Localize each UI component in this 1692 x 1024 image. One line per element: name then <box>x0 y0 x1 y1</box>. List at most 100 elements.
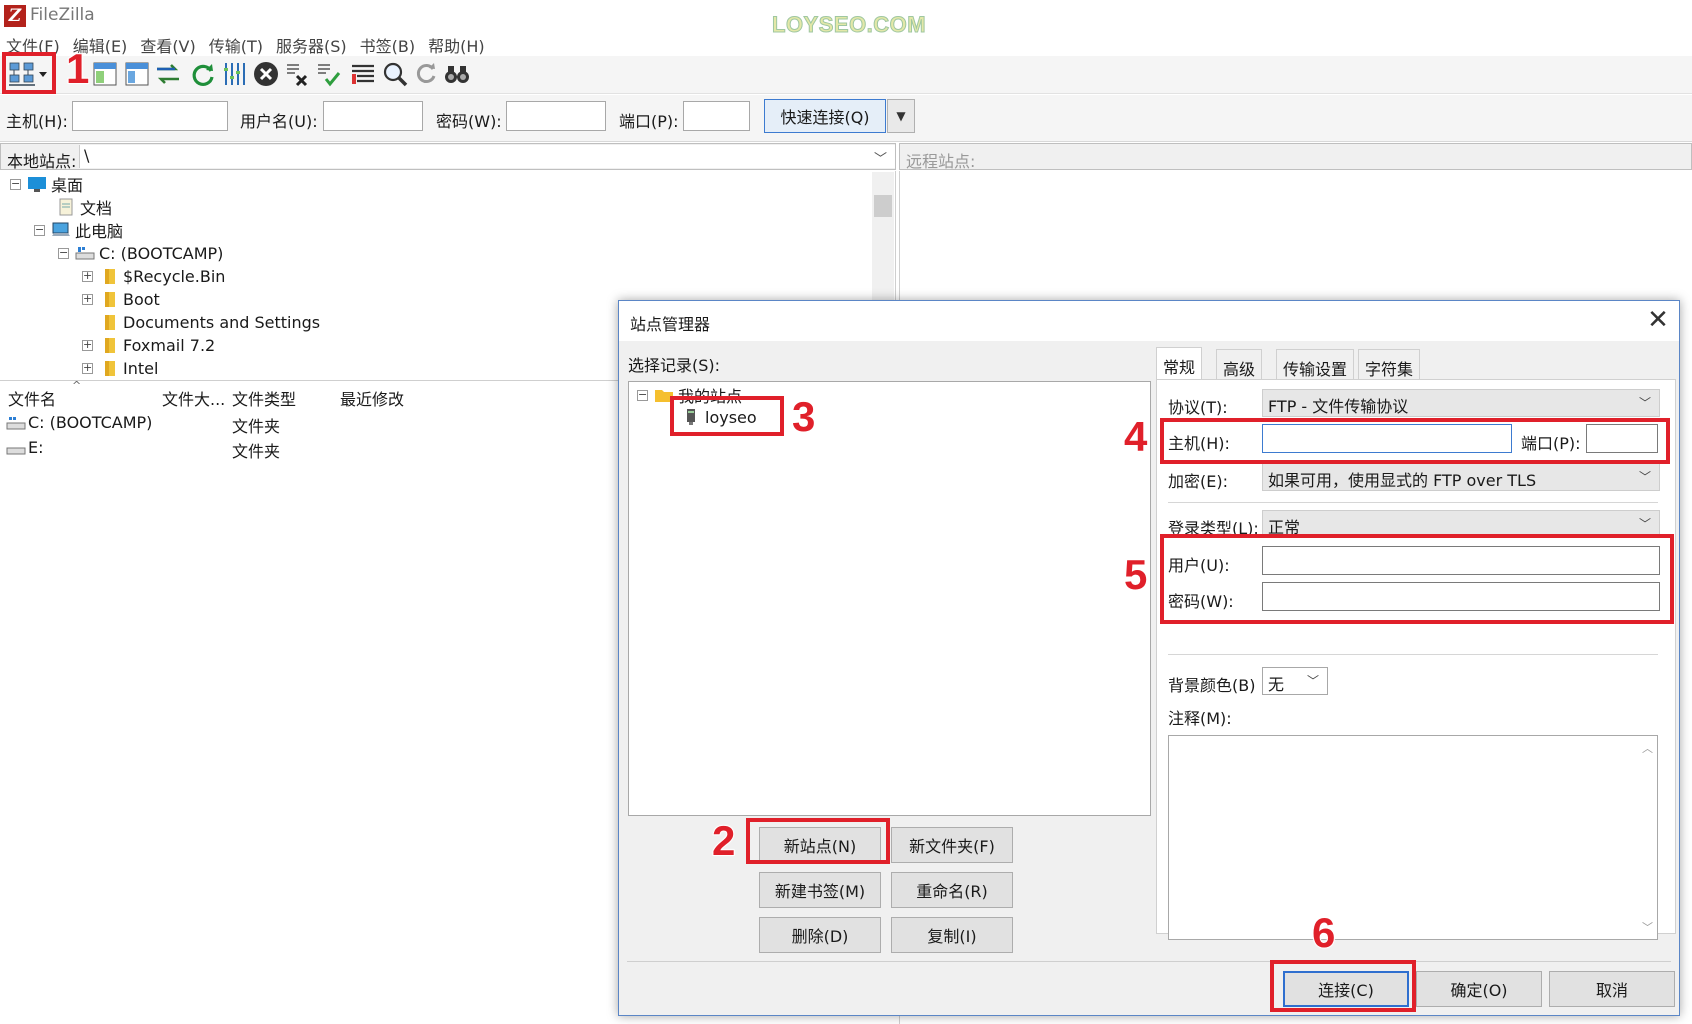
new-bookmark-button[interactable]: 新建书签(M) <box>759 872 881 908</box>
new-folder-button[interactable]: 新文件夹(F) <box>891 827 1013 863</box>
column-filename[interactable]: 文件名 <box>8 386 56 410</box>
column-filetype[interactable]: 文件类型 <box>232 386 296 410</box>
tree-label: Boot <box>123 289 160 309</box>
sync-browse-icon <box>416 63 436 83</box>
scroll-down-icon[interactable]: ﹀ <box>1642 919 1653 935</box>
rename-button[interactable]: 重命名(R) <box>891 872 1013 908</box>
tab-general[interactable]: 常规 <box>1156 347 1203 379</box>
encryption-label: 加密(E): <box>1168 472 1228 491</box>
tree-label: C: (BOOTCAMP) <box>99 243 224 263</box>
tree-node-folder[interactable]: + Foxmail 7.2 <box>82 334 215 356</box>
expand-icon[interactable]: + <box>82 270 93 282</box>
disconnect-button[interactable] <box>282 59 312 89</box>
protocol-select[interactable]: FTP - 文件传输协议 ﹀ <box>1262 389 1660 417</box>
compare-button[interactable] <box>442 59 472 89</box>
column-modified[interactable]: 最近修改 <box>340 386 404 410</box>
annotation-number-3: 3 <box>791 393 816 440</box>
annotation-number-1: 1 <box>65 45 90 92</box>
folder-icon <box>105 269 115 284</box>
column-filesize[interactable]: 文件大... <box>162 386 225 410</box>
folder-icon <box>105 315 115 330</box>
folder-icon <box>105 292 115 307</box>
select-entry-label: 选择记录(S): <box>628 356 721 375</box>
tree-node-folder[interactable]: + $Recycle.Bin <box>82 265 225 287</box>
tab-transfer-settings[interactable]: 传输设置 <box>1276 349 1355 379</box>
chevron-down-icon: ﹀ <box>1638 517 1651 531</box>
scroll-up-icon[interactable]: ︿ <box>1642 740 1653 756</box>
tree-node-folder[interactable]: + Boot <box>82 288 160 310</box>
annotation-number-6: 6 <box>1311 909 1336 956</box>
refresh-button[interactable] <box>188 59 218 89</box>
file-name: C: (BOOTCAMP) <box>28 413 153 432</box>
remote-site-label: 远程站点: <box>906 152 976 171</box>
cancel-dialog-button[interactable]: 取消 <box>1549 971 1675 1007</box>
divider <box>1168 654 1658 655</box>
menu-view[interactable]: 查看(V) <box>134 30 202 56</box>
local-tree-button[interactable] <box>122 59 152 89</box>
window-title: FileZilla <box>30 5 95 25</box>
tab-charset[interactable]: 字符集 <box>1358 349 1421 379</box>
annotation-box-6 <box>1270 960 1416 1012</box>
search-button[interactable] <box>380 59 410 89</box>
quick-user-input[interactable] <box>323 101 423 131</box>
collapse-icon[interactable]: − <box>34 224 45 236</box>
tree-node-desktop[interactable]: − 桌面 <box>10 173 83 195</box>
collapse-icon[interactable]: − <box>637 389 648 401</box>
cancel-button[interactable] <box>251 59 281 89</box>
copy-button[interactable]: 复制(I) <box>891 917 1013 953</box>
comment-textarea[interactable]: ︿ ﹀ <box>1168 735 1658 940</box>
close-icon[interactable]: ✕ <box>1641 305 1675 337</box>
remote-tree-button[interactable] <box>153 59 183 89</box>
dialog-divider <box>627 961 1671 962</box>
quickconnect-dropdown-button[interactable]: ▼ <box>887 99 915 133</box>
menu-bookmarks[interactable]: 书签(B) <box>354 30 422 56</box>
divider <box>1168 502 1658 503</box>
desktop-icon <box>28 177 46 192</box>
menu-help[interactable]: 帮助(H) <box>422 30 492 56</box>
expand-icon[interactable]: + <box>82 362 93 374</box>
scrollbar-thumb[interactable] <box>874 195 892 217</box>
local-path-combobox[interactable]: \ <box>79 145 895 168</box>
collapse-icon[interactable]: − <box>58 247 69 259</box>
toolbar <box>0 56 1692 94</box>
delete-button[interactable]: 删除(D) <box>759 917 881 953</box>
chevron-down-icon[interactable]: ﹀ <box>874 148 887 167</box>
process-queue-button[interactable] <box>219 59 249 89</box>
tree-node-c-drive[interactable]: − C: (BOOTCAMP) <box>58 242 223 264</box>
quick-host-input[interactable] <box>72 101 228 131</box>
directory-filter-button[interactable] <box>348 59 378 89</box>
quick-port-label: 端口(P): <box>619 112 679 131</box>
bg-color-label: 背景颜色(B) <box>1168 676 1256 695</box>
file-name: E: <box>28 438 44 457</box>
bg-color-select[interactable]: 无 ﹀ <box>1262 667 1328 695</box>
local-site-bar: 本地站点: \ ﹀ <box>0 143 896 171</box>
file-row[interactable]: E: 文件夹 <box>0 436 600 461</box>
menu-transfer[interactable]: 传输(T) <box>203 30 270 56</box>
tree-node-documents[interactable]: 文档 <box>56 196 112 218</box>
encryption-select[interactable]: 如果可用，使用显式的 FTP over TLS ﹀ <box>1262 463 1660 491</box>
drive-icon <box>6 447 26 455</box>
sort-up-icon: ^ <box>72 379 82 392</box>
menu-bar: 文件(F) 编辑(E) 查看(V) 传输(T) 服务器(S) 书签(B) 帮助(… <box>0 30 1692 56</box>
message-log-button[interactable] <box>90 59 120 89</box>
tab-advanced[interactable]: 高级 <box>1216 349 1263 379</box>
chevron-down-icon: ﹀ <box>1306 674 1319 688</box>
annotation-number-4: 4 <box>1123 413 1148 460</box>
tree-node-folder[interactable]: + Intel <box>82 357 158 376</box>
expand-icon[interactable]: + <box>82 293 93 305</box>
quickconnect-button[interactable]: 快速连接(Q) <box>764 99 886 133</box>
quick-pass-input[interactable] <box>506 101 606 131</box>
tree-node-this-pc[interactable]: − 此电脑 <box>34 219 123 241</box>
collapse-icon[interactable]: − <box>10 178 21 190</box>
ok-button[interactable]: 确定(O) <box>1416 971 1542 1007</box>
reconnect-button[interactable] <box>313 59 343 89</box>
compare-icon <box>445 66 469 83</box>
quick-port-input[interactable] <box>683 101 750 131</box>
sync-browse-button[interactable] <box>411 59 441 89</box>
expand-icon[interactable]: + <box>82 339 93 351</box>
tree-node-folder[interactable]: Documents and Settings <box>99 311 320 333</box>
remote-tree-icon <box>157 64 179 84</box>
menu-server[interactable]: 服务器(S) <box>270 30 354 56</box>
protocol-value: FTP - 文件传输协议 <box>1268 397 1409 416</box>
file-row[interactable]: C: (BOOTCAMP) 文件夹 <box>0 411 600 436</box>
